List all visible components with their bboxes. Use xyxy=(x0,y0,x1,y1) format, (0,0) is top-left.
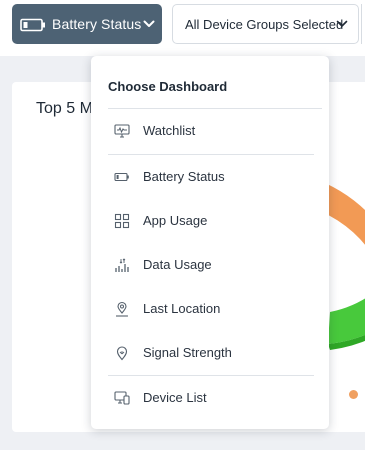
menu-header: Choose Dashboard xyxy=(108,79,228,94)
menu-item-signal-strength[interactable]: Signal Strength xyxy=(91,337,329,369)
menu-item-label: Battery Status xyxy=(143,169,225,184)
menu-divider xyxy=(108,108,322,109)
menu-item-label: Data Usage xyxy=(143,257,212,272)
menu-item-label: Device List xyxy=(143,390,207,405)
chevron-down-icon xyxy=(336,18,348,33)
menu-item-label: App Usage xyxy=(143,213,208,228)
dashboard-menu: Choose Dashboard Watchlist Battery Statu… xyxy=(91,56,329,429)
battery-icon xyxy=(20,18,46,35)
legend-dot xyxy=(349,390,358,399)
dashboard-selector-label: Battery Status xyxy=(52,16,142,32)
menu-item-watchlist[interactable]: Watchlist xyxy=(91,115,329,147)
menu-item-battery-status[interactable]: Battery Status xyxy=(91,161,329,193)
device-group-select[interactable]: All Device Groups Selected xyxy=(172,4,359,44)
toolbar-divider xyxy=(361,4,362,44)
chevron-down-icon xyxy=(143,17,155,33)
menu-item-label: Signal Strength xyxy=(143,345,232,360)
grid-icon xyxy=(114,213,130,229)
menu-divider xyxy=(108,154,314,155)
device-group-select-value: All Device Groups Selected xyxy=(185,17,344,32)
menu-item-label: Last Location xyxy=(143,301,221,316)
data-usage-icon xyxy=(114,257,130,273)
donut-segment-green xyxy=(328,298,365,344)
location-pin-icon xyxy=(114,301,130,317)
menu-item-last-location[interactable]: Last Location xyxy=(91,293,329,325)
menu-item-app-usage[interactable]: App Usage xyxy=(91,205,329,237)
signal-icon xyxy=(114,345,130,361)
menu-item-label: Watchlist xyxy=(143,123,196,138)
devices-icon xyxy=(114,390,130,406)
top-toolbar: Battery Status All Device Groups Selecte… xyxy=(0,0,365,56)
menu-divider xyxy=(108,375,314,376)
monitor-icon xyxy=(114,123,130,139)
dashboard-selector-button[interactable]: Battery Status xyxy=(12,4,162,44)
battery-icon xyxy=(114,169,130,185)
menu-item-data-usage[interactable]: Data Usage xyxy=(91,249,329,281)
menu-item-device-list[interactable]: Device List xyxy=(91,382,329,414)
